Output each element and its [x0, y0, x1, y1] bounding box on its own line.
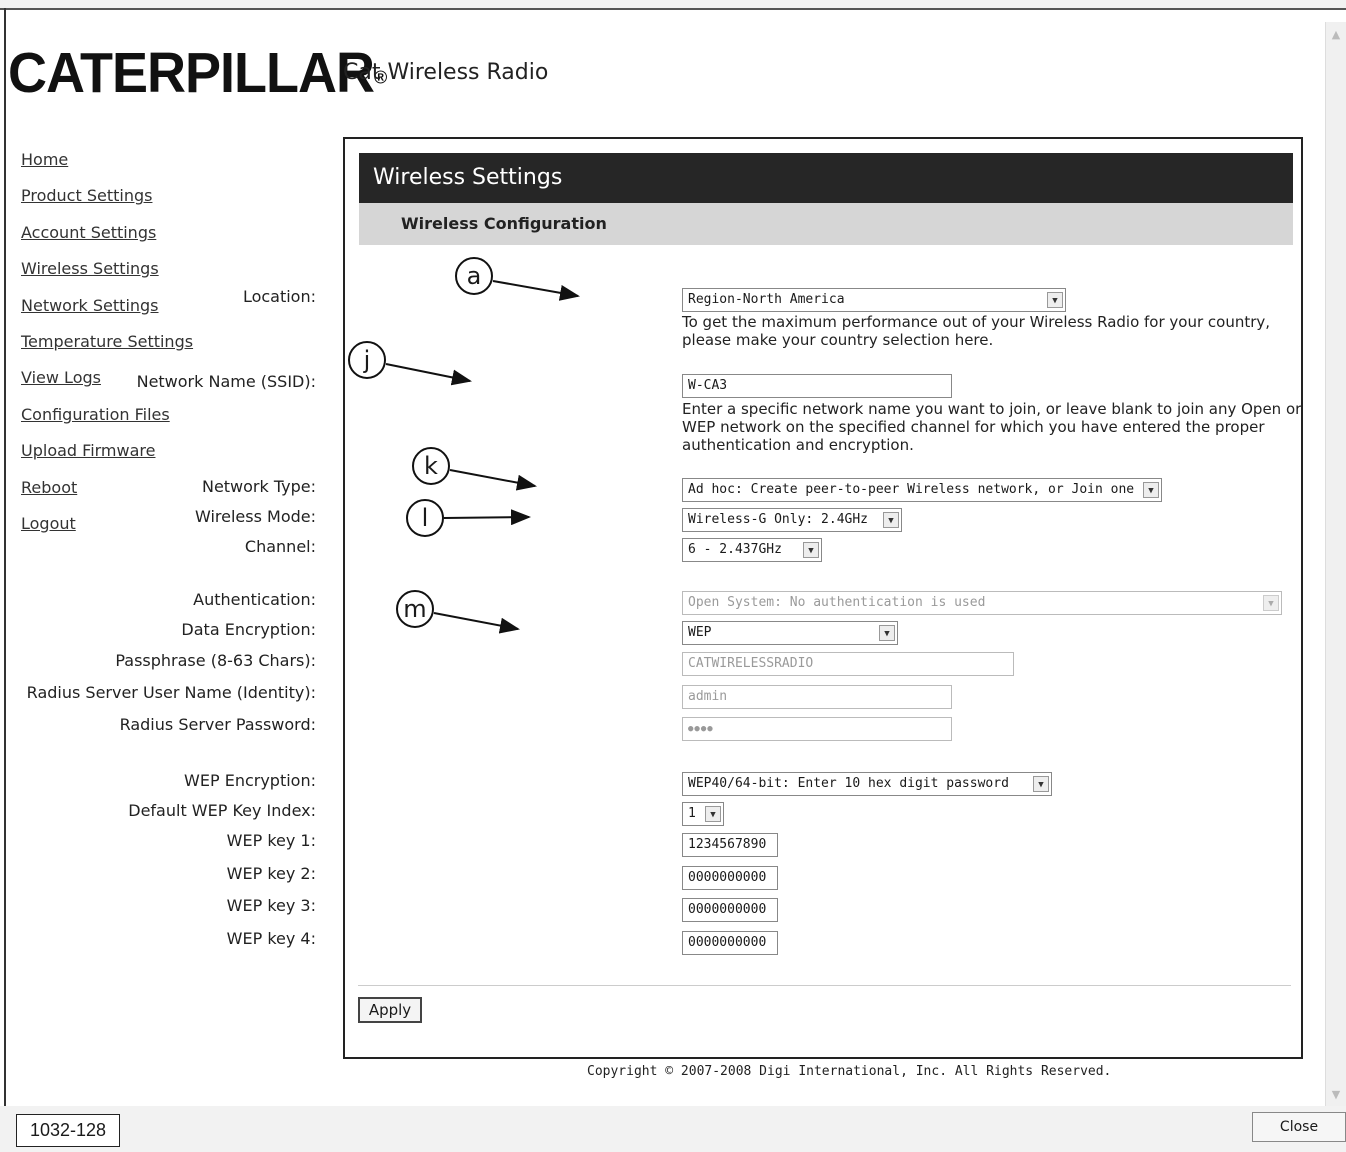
panel-title: Wireless Settings	[359, 153, 1293, 203]
chevron-down-icon[interactable]: ▼	[1143, 482, 1159, 498]
location-select[interactable]: Region-North America ▼	[682, 288, 1066, 312]
network-type-label: Network Type:	[201, 477, 316, 496]
location-label: Location:	[242, 287, 316, 306]
vertical-scrollbar[interactable]: ▲ ▼	[1325, 22, 1346, 1108]
window-top-border	[0, 0, 1346, 10]
data-encryption-label: Data Encryption:	[181, 620, 316, 639]
wireless-mode-select[interactable]: Wireless-G Only: 2.4GHz ▼	[682, 508, 902, 532]
wep-key2-input[interactable]: 0000000000	[682, 866, 778, 890]
scroll-up-icon[interactable]: ▲	[1329, 28, 1343, 42]
panel-subtitle: Wireless Configuration	[359, 203, 1293, 245]
wep-key-index-value: 1	[688, 806, 696, 821]
chevron-down-icon[interactable]: ▼	[1047, 292, 1063, 308]
callout-a: a	[455, 257, 493, 295]
apply-button[interactable]: Apply	[358, 997, 422, 1023]
callout-j: j	[348, 341, 386, 379]
sidebar-item-reboot[interactable]: Reboot	[21, 476, 193, 512]
channel-label: Channel:	[244, 537, 316, 556]
wep-key3-input[interactable]: 0000000000	[682, 898, 778, 922]
chevron-down-icon[interactable]: ▼	[1033, 776, 1049, 792]
location-value: Region-North America	[688, 292, 845, 307]
form-divider	[358, 985, 1291, 986]
authentication-value: Open System: No authentication is used	[688, 595, 986, 610]
callout-m: m	[396, 590, 434, 628]
wep-key3-label: WEP key 3:	[226, 896, 316, 915]
chevron-down-icon[interactable]: ▼	[883, 512, 899, 528]
wep-key-index-label: Default WEP Key Index:	[128, 801, 316, 820]
radius-user-label: Radius Server User Name (Identity):	[26, 683, 316, 702]
data-encryption-value: WEP	[688, 625, 712, 640]
ssid-label: Network Name (SSID):	[136, 372, 316, 391]
wireless-mode-value: Wireless-G Only: 2.4GHz	[688, 512, 869, 527]
authentication-select: Open System: No authentication is used ▼	[682, 591, 1282, 615]
chevron-down-icon[interactable]: ▼	[879, 625, 895, 641]
wep-encryption-value: WEP40/64-bit: Enter 10 hex digit passwor…	[688, 776, 1009, 791]
channel-select[interactable]: 6 - 2.437GHz ▼	[682, 538, 822, 562]
logo-text: CATERPILLAR	[8, 41, 375, 105]
authentication-label: Authentication:	[193, 590, 316, 609]
window-left-border	[4, 8, 6, 1108]
wep-encryption-select[interactable]: WEP40/64-bit: Enter 10 hex digit passwor…	[682, 772, 1052, 796]
radius-password-input: ●●●●	[682, 717, 952, 741]
wireless-mode-label: Wireless Mode:	[194, 507, 316, 526]
sidebar-item-upload-firmware[interactable]: Upload Firmware	[21, 439, 193, 475]
wep-key4-label: WEP key 4:	[226, 929, 316, 948]
network-type-select[interactable]: Ad hoc: Create peer-to-peer Wireless net…	[682, 478, 1162, 502]
ssid-help: Enter a specific network name you want t…	[682, 400, 1302, 454]
channel-value: 6 - 2.437GHz	[688, 542, 782, 557]
sidebar-item-wireless-settings[interactable]: Wireless Settings	[21, 257, 193, 293]
chevron-down-icon[interactable]: ▼	[705, 806, 721, 822]
app-title: Cat Wireless Radio	[343, 60, 549, 85]
radius-password-label: Radius Server Password:	[119, 715, 316, 734]
radius-user-input: admin	[682, 685, 952, 709]
sidebar-item-logout[interactable]: Logout	[21, 512, 193, 548]
sidebar-item-configuration-files[interactable]: Configuration Files	[21, 403, 193, 439]
sidebar-item-account-settings[interactable]: Account Settings	[21, 221, 193, 257]
wep-encryption-label: WEP Encryption:	[184, 771, 316, 790]
wep-key2-label: WEP key 2:	[226, 864, 316, 883]
callout-k: k	[412, 447, 450, 485]
passphrase-input: CATWIRELESSRADIO	[682, 652, 1014, 676]
network-type-value: Ad hoc: Create peer-to-peer Wireless net…	[688, 482, 1135, 497]
bottom-bar	[0, 1106, 1346, 1152]
close-button[interactable]: Close	[1252, 1112, 1346, 1142]
sidebar-item-product-settings[interactable]: Product Settings	[21, 184, 193, 220]
wep-key4-input[interactable]: 0000000000	[682, 931, 778, 955]
sidebar-item-home[interactable]: Home	[21, 148, 193, 184]
chevron-down-icon[interactable]: ▼	[803, 542, 819, 558]
caterpillar-logo: CATERPILLAR®	[8, 40, 387, 105]
ssid-input[interactable]: W-CA3	[682, 374, 952, 398]
scroll-down-icon[interactable]: ▼	[1329, 1088, 1343, 1102]
data-encryption-select[interactable]: WEP ▼	[682, 621, 898, 645]
copyright-text: Copyright © 2007-2008 Digi International…	[587, 1064, 1112, 1079]
wep-key1-label: WEP key 1:	[226, 831, 316, 850]
wep-key-index-select[interactable]: 1 ▼	[682, 802, 724, 826]
location-help: To get the maximum performance out of yo…	[682, 313, 1271, 349]
passphrase-label: Passphrase (8-63 Chars):	[115, 651, 316, 670]
wep-key1-input[interactable]: 1234567890	[682, 833, 778, 857]
callout-l: l	[406, 499, 444, 537]
chevron-down-icon: ▼	[1263, 595, 1279, 611]
sidebar-item-temperature-settings[interactable]: Temperature Settings	[21, 330, 193, 366]
figure-label: 1032-128	[16, 1114, 120, 1147]
sidebar-nav: Home Product Settings Account Settings W…	[21, 148, 193, 548]
sidebar-item-network-settings[interactable]: Network Settings	[21, 294, 193, 330]
